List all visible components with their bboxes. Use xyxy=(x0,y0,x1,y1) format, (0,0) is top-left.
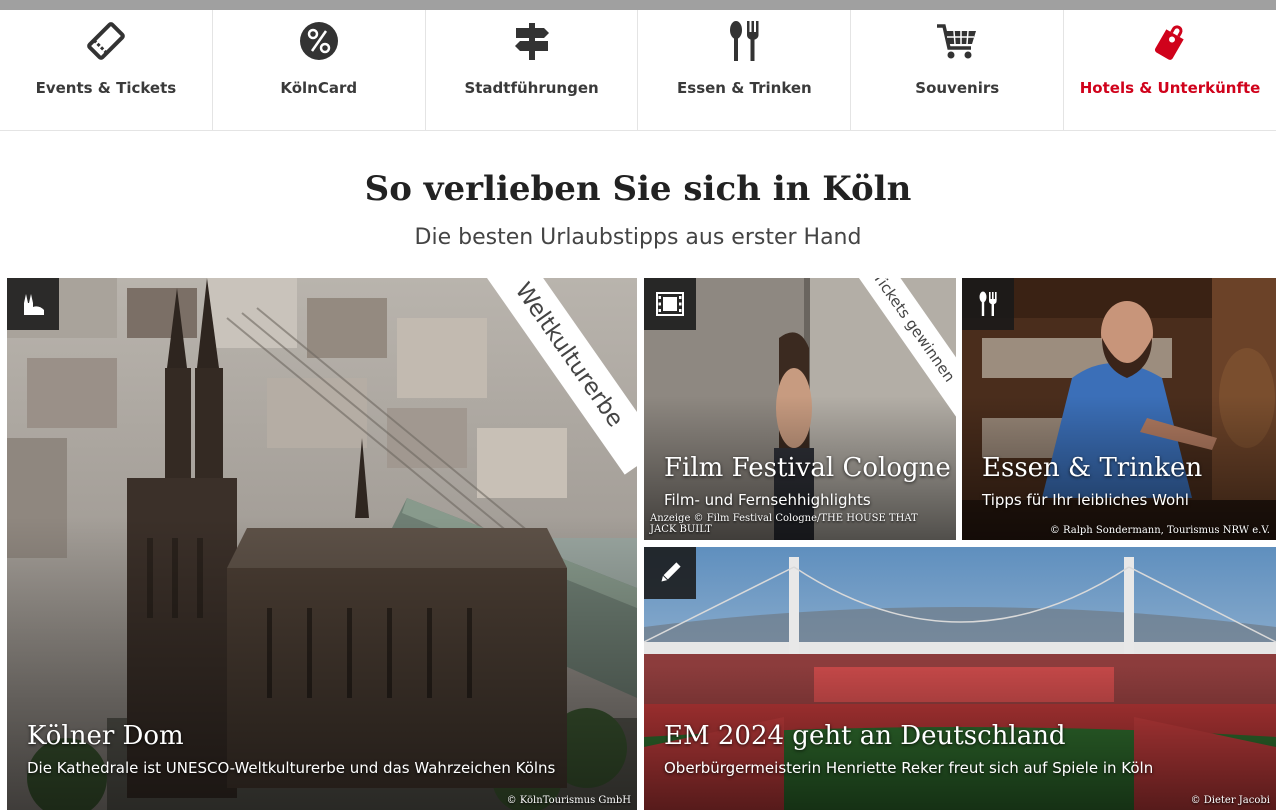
teaser-grid: Weltkulturerbe Kölner Dom Die Kathedrale… xyxy=(7,278,1276,810)
top-accent-bar xyxy=(0,0,1276,10)
pencil-icon xyxy=(644,547,696,599)
tile-em-2024[interactable]: EM 2024 geht an Deutschland Oberbürgerme… xyxy=(644,547,1276,810)
hotel-tag-icon xyxy=(1150,21,1190,61)
tile-subtitle: Tipps für Ihr leibliches Wohl xyxy=(982,491,1189,509)
nav-label: Stadtführungen xyxy=(464,79,599,97)
tile-subtitle: Oberbürgermeisterin Henriette Reker freu… xyxy=(664,759,1154,777)
tile-title: Essen & Trinken xyxy=(982,453,1203,483)
tile-title: Film Festival Cologne xyxy=(664,453,951,483)
nav-label: Souvenirs xyxy=(915,79,1000,97)
page-subtitle: Die besten Urlaubstipps aus erster Hand xyxy=(414,225,862,250)
page-title: So verlieben Sie sich in Köln xyxy=(364,169,912,209)
photo-credit: © Ralph Sondermann, Tourismus NRW e.V. xyxy=(1049,525,1270,536)
tile-koelner-dom[interactable]: Weltkulturerbe Kölner Dom Die Kathedrale… xyxy=(7,278,637,810)
photo-credit: © Dieter Jacobi xyxy=(1190,795,1270,806)
nav-label: KölnCard xyxy=(280,79,358,97)
category-nav: Events & Tickets KölnCard Stadtführungen xyxy=(0,10,1276,131)
nav-item-events-tickets[interactable]: Events & Tickets xyxy=(0,10,213,130)
tile-title: Kölner Dom xyxy=(27,721,184,751)
nav-label: Essen & Trinken xyxy=(677,79,812,97)
tile-film-festival[interactable]: Tickets gewinnen Film Festival Cologne F… xyxy=(644,278,956,540)
shopping-cart-icon xyxy=(936,21,978,61)
cutlery-icon xyxy=(724,21,764,61)
nav-item-souvenirs[interactable]: Souvenirs xyxy=(851,10,1065,130)
tile-subtitle: Die Kathedrale ist UNESCO-Weltkulturerbe… xyxy=(27,759,556,777)
nav-label: Hotels & Unterkünfte xyxy=(1079,79,1261,97)
nav-item-essen-trinken[interactable]: Essen & Trinken xyxy=(638,10,852,130)
credit-line: Anzeige © Film Festival Cologne/THE HOUS… xyxy=(650,513,918,524)
tile-title: EM 2024 geht an Deutschland xyxy=(664,721,1066,751)
tile-subtitle: Film- und Fernsehhighlights xyxy=(664,491,871,509)
photo-credit: Anzeige © Film Festival Cologne/THE HOUS… xyxy=(650,513,918,535)
nav-item-koelncard[interactable]: KölnCard xyxy=(213,10,426,130)
photo-credit: © KölnTourismus GmbH xyxy=(506,795,631,806)
film-icon xyxy=(644,278,696,330)
credit-line: JACK BUILT xyxy=(650,524,712,535)
signpost-icon xyxy=(512,21,552,61)
ticket-icon xyxy=(84,21,128,61)
nav-label: Events & Tickets xyxy=(35,79,177,97)
cutlery-icon xyxy=(962,278,1014,330)
nav-item-hotels-unterkuenfte[interactable]: Hotels & Unterkünfte xyxy=(1064,10,1276,130)
nav-item-stadtfuehrungen[interactable]: Stadtführungen xyxy=(426,10,639,130)
tile-essen-trinken[interactable]: Essen & Trinken Tipps für Ihr leibliches… xyxy=(962,278,1276,540)
percent-icon xyxy=(299,21,339,61)
cathedral-icon xyxy=(7,278,59,330)
